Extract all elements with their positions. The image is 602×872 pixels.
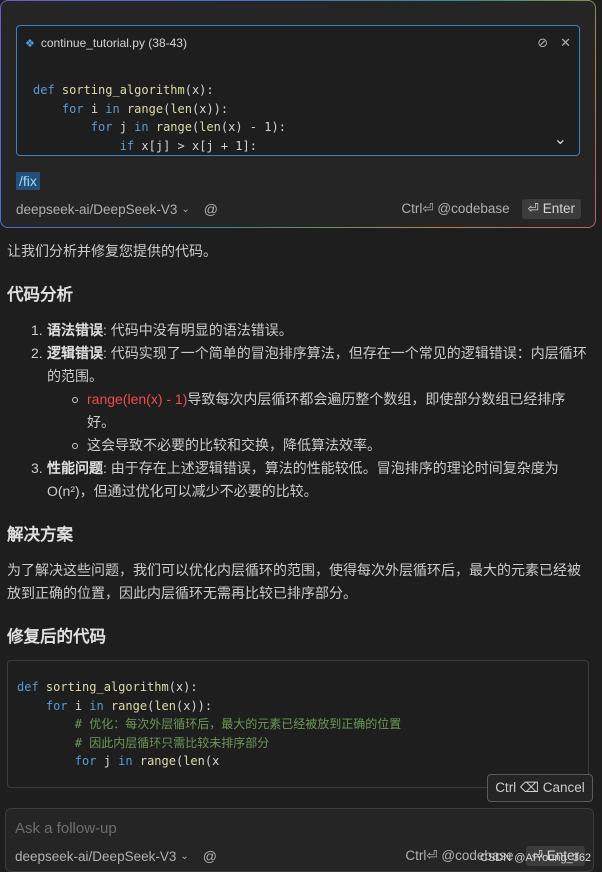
code-line: # 因此内层循环只需比较未排序部分 <box>74 735 270 750</box>
code-line: for j in range(len(x) - 1): <box>90 120 286 134</box>
response-body: 让我们分析并修复您提供的代码。 代码分析 1. 语法错误: 代码中没有明显的语法… <box>7 240 592 647</box>
code-line: if x[j] > x[j + 1]: <box>119 138 257 153</box>
code-context-header: ❖ continue_tutorial.py (38-43) ⊘ ✕ <box>25 34 571 52</box>
analysis-list: 1. 语法错误: 代码中没有明显的语法错误。 2. 逻辑错误: 代码实现了一个简… <box>7 319 592 503</box>
code-line: for j in range(len(x <box>74 754 220 768</box>
chevron-down-icon[interactable]: ⌄ <box>554 129 567 149</box>
code-line: # 优化：每次外层循环后，最大的元素已经被放到正确的位置 <box>74 717 402 731</box>
close-icon[interactable]: ✕ <box>560 35 571 51</box>
solution-text: 为了解决这些问题，我们可以优化内层循环的范围，使得每次外层循环后，最大的元素已经… <box>7 562 581 601</box>
response-intro: 让我们分析并修复您提供的代码。 <box>7 243 217 259</box>
chevron-down-icon[interactable]: ⌄ <box>180 851 188 862</box>
bullet-icon <box>72 397 78 403</box>
at-mention-icon[interactable]: @ <box>203 848 217 864</box>
context-code: def sorting_algorithm(x): for i in range… <box>33 81 286 155</box>
sub-list-item: 这会导致不必要的比较和交换，降低算法效率。 <box>7 434 592 457</box>
enter-button[interactable]: ⏎ Enter <box>521 199 581 219</box>
code-line: for i in range(len(x)): <box>61 101 229 116</box>
model-selector[interactable]: deepseek-ai/DeepSeek-V3 <box>16 202 177 217</box>
python-file-icon: ❖ <box>25 37 35 50</box>
followup-input[interactable] <box>15 817 465 839</box>
list-item: 1. 语法错误: 代码中没有明显的语法错误。 <box>31 322 293 338</box>
fixed-code-block[interactable]: def sorting_algorithm(x): for i in range… <box>7 660 589 788</box>
fixed-code: def sorting_algorithm(x): for i in range… <box>17 678 401 771</box>
input-card-inner: ❖ continue_tutorial.py (38-43) ⊘ ✕ def s… <box>1 1 595 227</box>
input-card: ❖ continue_tutorial.py (38-43) ⊘ ✕ def s… <box>0 0 596 228</box>
context-file-label: continue_tutorial.py (38-43) <box>40 36 187 50</box>
code-line: for i in range(len(x)): <box>45 698 213 713</box>
list-item: 3. 性能问题: 由于存在上述逻辑错误，算法的性能较低。冒泡排序的理论时间复杂度… <box>31 460 559 499</box>
at-mention-icon[interactable]: @ <box>204 201 218 217</box>
code-line: def sorting_algorithm(x): <box>17 680 198 694</box>
heading-analysis: 代码分析 <box>7 286 73 304</box>
bullet-icon <box>72 443 78 449</box>
model-bar: deepseek-ai/DeepSeek-V3 ⌄ @ Ctrl⏎ @codeb… <box>16 199 581 219</box>
inline-code: range(len(x) - 1) <box>87 391 188 407</box>
eye-off-icon[interactable]: ⊘ <box>537 35 548 51</box>
code-context-block[interactable]: ❖ continue_tutorial.py (38-43) ⊘ ✕ def s… <box>16 25 580 156</box>
chevron-down-icon[interactable]: ⌄ <box>181 204 189 215</box>
heading-fixed-code: 修复后的代码 <box>7 628 106 646</box>
cancel-button[interactable]: Ctrl ⌫ Cancel <box>487 774 593 802</box>
sub-list-item: range(len(x) - 1)导致每次内层循环都会遍历整个数组，即使部分数组… <box>7 388 592 434</box>
heading-solution: 解决方案 <box>7 526 73 544</box>
model-selector[interactable]: deepseek-ai/DeepSeek-V3 <box>15 849 176 864</box>
code-line: def sorting_algorithm(x): <box>33 83 214 97</box>
watermark: CSDN @AIYoung_362 <box>480 852 592 864</box>
list-item: 2. 逻辑错误: 代码实现了一个简单的冒泡排序算法，但存在一个常见的逻辑错误：内… <box>31 345 587 384</box>
codebase-shortcut[interactable]: Ctrl⏎ @codebase <box>401 201 509 217</box>
slash-command[interactable]: /fix <box>16 172 40 190</box>
